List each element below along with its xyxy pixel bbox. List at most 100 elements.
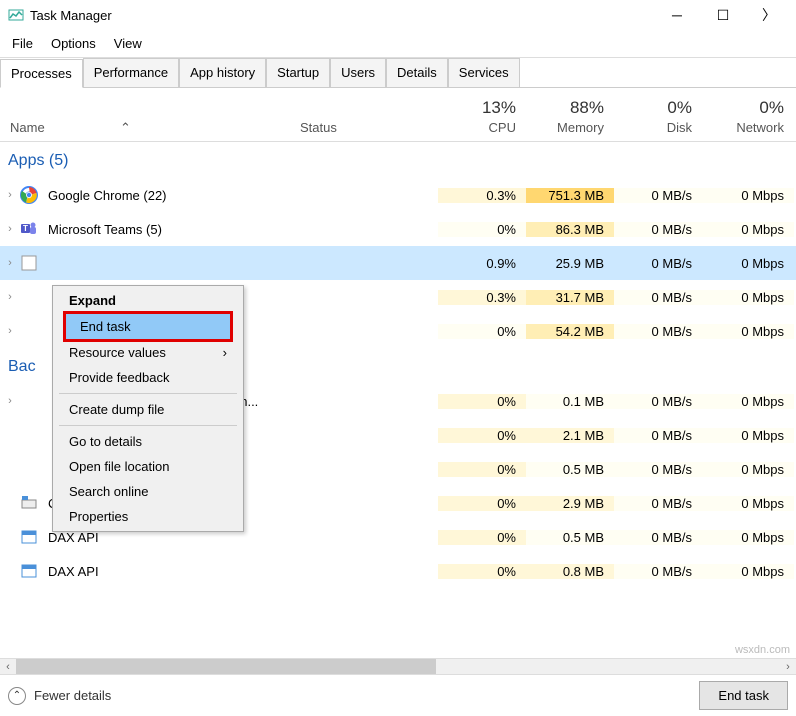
footer: ⌃ Fewer details End task <box>0 674 796 716</box>
tab-performance[interactable]: Performance <box>83 58 179 87</box>
chevron-up-icon: ⌃ <box>8 687 26 705</box>
process-name: DAX API <box>46 564 438 579</box>
cpu-cell: 0% <box>438 496 526 511</box>
network-cell: 0 Mbps <box>702 428 794 443</box>
tab-users[interactable]: Users <box>330 58 386 87</box>
tab-app-history[interactable]: App history <box>179 58 266 87</box>
disk-cell: 0 MB/s <box>614 256 702 271</box>
menu-expand[interactable]: Expand <box>55 288 241 313</box>
minimize-button[interactable]: ─ <box>654 0 700 30</box>
fewer-details-label: Fewer details <box>34 688 111 703</box>
window-controls: ─ ☐ 〉 <box>654 0 792 30</box>
header-memory-value: 88% <box>536 98 604 118</box>
table-row[interactable]: DAX API 0% 0.8 MB 0 MB/s 0 Mbps <box>0 554 796 588</box>
table-row[interactable]: › Google Chrome (22) 0.3% 751.3 MB 0 MB/… <box>0 178 796 212</box>
menu-separator <box>59 393 237 394</box>
scroll-right-icon[interactable]: › <box>780 659 796 674</box>
expand-icon[interactable]: › <box>0 223 20 235</box>
menu-open-location[interactable]: Open file location <box>55 454 241 479</box>
scroll-left-icon[interactable]: ‹ <box>0 659 16 674</box>
header-name[interactable]: ⌃ Name <box>0 114 290 141</box>
menu-options[interactable]: Options <box>43 32 104 55</box>
table-row-selected[interactable]: › 0.9% 25.9 MB 0 MB/s 0 Mbps <box>0 246 796 280</box>
memory-cell: 0.5 MB <box>526 530 614 545</box>
network-cell: 0 Mbps <box>702 394 794 409</box>
menu-view[interactable]: View <box>106 32 150 55</box>
table-row[interactable]: › T Microsoft Teams (5) 0% 86.3 MB 0 MB/… <box>0 212 796 246</box>
header-disk-label: Disk <box>667 120 692 135</box>
context-menu: Expand End task Resource values › Provid… <box>52 285 244 532</box>
svg-text:T: T <box>23 224 28 233</box>
header-disk[interactable]: 0% Disk <box>614 92 702 141</box>
disk-cell: 0 MB/s <box>614 188 702 203</box>
expand-icon[interactable]: › <box>0 189 20 201</box>
menu-properties[interactable]: Properties <box>55 504 241 529</box>
tab-startup[interactable]: Startup <box>266 58 330 87</box>
cpu-cell: 0.9% <box>438 256 526 271</box>
tab-details[interactable]: Details <box>386 58 448 87</box>
menu-expand-label: Expand <box>69 293 116 308</box>
chrome-icon <box>20 186 38 204</box>
menu-create-dump[interactable]: Create dump file <box>55 397 241 422</box>
tab-services[interactable]: Services <box>448 58 520 87</box>
header-network-value: 0% <box>712 98 784 118</box>
header-cpu[interactable]: 13% CPU <box>438 92 526 141</box>
network-cell: 0 Mbps <box>702 462 794 477</box>
memory-cell: 0.5 MB <box>526 462 614 477</box>
disk-cell: 0 MB/s <box>614 496 702 511</box>
dax-api-icon <box>20 528 38 546</box>
network-cell: 0 Mbps <box>702 530 794 545</box>
submenu-arrow-icon: › <box>223 345 227 360</box>
sort-indicator-icon: ⌃ <box>120 120 131 136</box>
ctf-loader-icon <box>20 494 38 512</box>
header-network[interactable]: 0% Network <box>702 92 794 141</box>
menu-resource-values-label: Resource values <box>69 345 166 360</box>
memory-cell: 2.9 MB <box>526 496 614 511</box>
expand-icon[interactable]: › <box>0 325 20 337</box>
expand-icon[interactable]: › <box>0 291 20 303</box>
tab-processes[interactable]: Processes <box>0 59 83 88</box>
disk-cell: 0 MB/s <box>614 290 702 305</box>
overflow-button[interactable]: 〉 <box>746 0 792 30</box>
scroll-track[interactable] <box>16 659 780 674</box>
memory-cell: 0.8 MB <box>526 564 614 579</box>
fewer-details-button[interactable]: ⌃ Fewer details <box>8 687 111 705</box>
disk-cell: 0 MB/s <box>614 462 702 477</box>
menu-provide-feedback[interactable]: Provide feedback <box>55 365 241 390</box>
end-task-button[interactable]: End task <box>699 681 788 710</box>
network-cell: 0 Mbps <box>702 290 794 305</box>
tab-bar: Processes Performance App history Startu… <box>0 58 796 88</box>
menu-go-to-details[interactable]: Go to details <box>55 429 241 454</box>
section-apps[interactable]: Apps (5) <box>0 142 796 178</box>
cpu-cell: 0% <box>438 564 526 579</box>
menu-file[interactable]: File <box>4 32 41 55</box>
teams-icon: T <box>20 220 38 238</box>
scroll-thumb[interactable] <box>16 659 436 674</box>
expand-icon[interactable]: › <box>0 257 20 269</box>
header-memory-label: Memory <box>557 120 604 135</box>
expand-icon[interactable]: › <box>0 395 20 407</box>
memory-cell: 86.3 MB <box>526 222 614 237</box>
cpu-cell: 0% <box>438 530 526 545</box>
process-name: Google Chrome (22) <box>46 188 438 203</box>
header-memory[interactable]: 88% Memory <box>526 92 614 141</box>
network-cell: 0 Mbps <box>702 564 794 579</box>
cpu-cell: 0% <box>438 324 526 339</box>
app-icon <box>20 254 38 272</box>
memory-cell: 54.2 MB <box>526 324 614 339</box>
app-icon <box>8 7 24 23</box>
menu-end-task[interactable]: End task <box>63 311 233 342</box>
horizontal-scrollbar[interactable]: ‹ › <box>0 658 796 674</box>
network-cell: 0 Mbps <box>702 496 794 511</box>
column-headers: ⌃ Name Status 13% CPU 88% Memory 0% Disk… <box>0 88 796 142</box>
maximize-button[interactable]: ☐ <box>700 0 746 30</box>
memory-cell: 751.3 MB <box>526 188 614 203</box>
header-network-label: Network <box>736 120 784 135</box>
network-cell: 0 Mbps <box>702 188 794 203</box>
cpu-cell: 0% <box>438 222 526 237</box>
cpu-cell: 0% <box>438 394 526 409</box>
menu-search-online[interactable]: Search online <box>55 479 241 504</box>
menu-separator <box>59 425 237 426</box>
header-status[interactable]: Status <box>290 114 438 141</box>
menu-resource-values[interactable]: Resource values › <box>55 340 241 365</box>
